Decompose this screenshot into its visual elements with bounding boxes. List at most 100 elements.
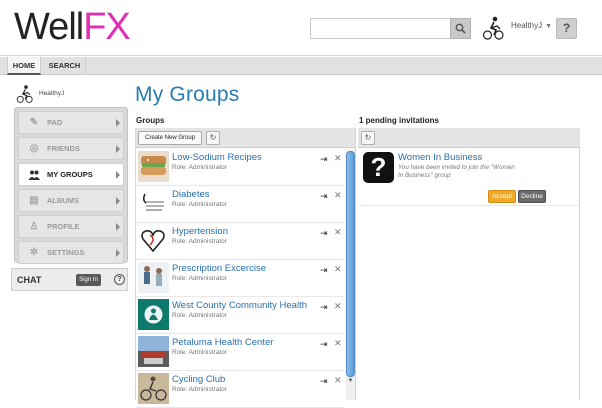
groups-toolbar: Create New Group ↻ [136, 128, 355, 148]
group-thumbnail [138, 299, 169, 330]
create-group-button[interactable]: Create New Group [138, 131, 202, 145]
leave-group-icon[interactable]: ⇥ [320, 229, 329, 238]
groups-icon [28, 169, 40, 181]
group-role: Role: Administrator [172, 349, 227, 356]
group-thumbnail [138, 336, 169, 367]
close-icon[interactable]: ✕ [334, 265, 342, 274]
accept-button[interactable]: Accept [488, 190, 516, 203]
chat-signin-button[interactable]: Sign In [76, 274, 101, 286]
profile-icon: ♙ [29, 221, 39, 232]
group-row[interactable]: Petaluma Health Center Role: Administrat… [136, 334, 344, 371]
sidebar-item-label: FRIENDS [47, 144, 80, 153]
groups-panel: Create New Group ↻ Low-Sodium Recipes Ro… [135, 128, 356, 408]
user-menu[interactable]: HealthyJ ▼ [511, 21, 552, 30]
search-input[interactable] [310, 18, 451, 39]
leave-group-icon[interactable]: ⇥ [320, 377, 329, 386]
chevron-right-icon [116, 171, 120, 179]
group-name[interactable]: Petaluma Health Center [172, 337, 273, 348]
group-role: Role: Administrator [172, 164, 227, 171]
close-icon[interactable]: ✕ [334, 339, 342, 348]
top-bar: WellFX HealthyJ ▼ ? [0, 0, 602, 56]
invitations-heading: 1 pending invitations [359, 116, 440, 125]
group-row[interactable]: Low-Sodium Recipes Role: Administrator ⇥… [136, 149, 344, 186]
logo-text: Well [14, 6, 84, 48]
decline-button[interactable]: Decline [518, 190, 546, 203]
pencil-icon: ✎ [29, 117, 39, 128]
invitations-panel: ↻ ? Women In Business You have been invi… [358, 128, 580, 400]
leave-group-icon[interactable]: ⇥ [320, 340, 329, 349]
group-role: Role: Administrator [172, 386, 227, 393]
invitation-row: ? Women In Business You have been invite… [358, 148, 580, 206]
group-row[interactable]: West County Community Health Role: Admin… [136, 297, 344, 334]
refresh-icon[interactable]: ↻ [361, 131, 375, 145]
close-icon[interactable]: ✕ [334, 154, 342, 163]
cyclist-avatar-icon[interactable] [16, 84, 33, 104]
help-button[interactable]: ? [556, 18, 577, 39]
nav-bar: HOME SEARCH [0, 57, 602, 75]
wellfx-logo[interactable]: WellFX [14, 6, 131, 48]
leave-group-icon[interactable]: ⇥ [320, 192, 329, 201]
group-role: Role: Administrator [172, 238, 227, 245]
question-mark-icon: ? [363, 152, 394, 183]
chevron-right-icon [116, 249, 120, 257]
group-thumbnail [138, 151, 169, 182]
scrollbar-thumb[interactable] [346, 151, 355, 377]
invitation-message: You have been invited to join the "Women… [398, 164, 515, 179]
gear-icon: ✲ [29, 247, 39, 258]
caret-down-icon: ▼ [545, 23, 553, 30]
sidebar-menu: ✎ PAD ◎ FRIENDS MY GROUPS ▤ ALBUMS ♙ PRO… [14, 107, 128, 264]
group-row[interactable]: Prescription Excercise Role: Administrat… [136, 260, 344, 297]
close-icon[interactable]: ✕ [334, 302, 342, 311]
chat-panel: CHAT Sign In ? [11, 268, 128, 291]
sidebar-item-settings[interactable]: ✲ SETTINGS [18, 241, 124, 264]
search-button[interactable] [450, 18, 471, 39]
albums-icon: ▤ [29, 195, 39, 206]
group-thumbnail [138, 188, 169, 219]
tab-search[interactable]: SEARCH [44, 57, 86, 75]
page-title: My Groups [135, 83, 240, 106]
sidebar-item-label: MY GROUPS [47, 170, 93, 179]
close-icon[interactable]: ✕ [334, 376, 342, 385]
group-name[interactable]: Low-Sodium Recipes [172, 152, 262, 163]
friends-icon: ◎ [29, 143, 39, 154]
group-name[interactable]: Cycling Club [172, 374, 225, 385]
group-thumbnail [138, 225, 169, 256]
group-name[interactable]: Diabetes [172, 189, 210, 200]
sidebar-item-friends[interactable]: ◎ FRIENDS [18, 137, 124, 160]
chevron-right-icon [116, 197, 120, 205]
cyclist-avatar-icon[interactable] [482, 15, 504, 41]
sidebar-item-profile[interactable]: ♙ PROFILE [18, 215, 124, 238]
group-name[interactable]: West County Community Health [172, 300, 307, 311]
invitation-group-name[interactable]: Women In Business [398, 152, 482, 163]
sidebar-item-label: PAD [47, 118, 63, 127]
sidebar-item-label: PROFILE [47, 222, 80, 231]
group-row[interactable]: Cycling Club Role: Administrator ⇥ ✕ [136, 371, 344, 408]
group-name[interactable]: Hypertension [172, 226, 228, 237]
chevron-right-icon [116, 119, 120, 127]
sidebar-item-pad[interactable]: ✎ PAD [18, 111, 124, 134]
leave-group-icon[interactable]: ⇥ [320, 266, 329, 275]
group-role: Role: Administrator [172, 312, 227, 319]
tab-home[interactable]: HOME [7, 57, 41, 75]
sidebar-username[interactable]: HealthyJ [39, 90, 64, 97]
leave-group-icon[interactable]: ⇥ [320, 303, 329, 312]
group-name[interactable]: Prescription Excercise [172, 263, 266, 274]
close-icon[interactable]: ✕ [334, 191, 342, 200]
invitations-toolbar: ↻ [358, 128, 580, 148]
group-thumbnail [138, 262, 169, 293]
close-icon[interactable]: ✕ [334, 228, 342, 237]
groups-heading: Groups [136, 116, 165, 125]
chevron-right-icon [116, 223, 120, 231]
leave-group-icon[interactable]: ⇥ [320, 155, 329, 164]
scroll-down-arrow-icon[interactable]: ▼ [346, 378, 355, 387]
group-row[interactable]: Diabetes Role: Administrator ⇥ ✕ [136, 186, 344, 223]
chat-label: CHAT [17, 275, 42, 285]
sidebar-item-albums[interactable]: ▤ ALBUMS [18, 189, 124, 212]
group-row[interactable]: Hypertension Role: Administrator ⇥ ✕ [136, 223, 344, 260]
refresh-icon[interactable]: ↻ [206, 131, 220, 145]
search-icon [455, 23, 466, 34]
sidebar-item-label: SETTINGS [47, 248, 85, 257]
group-thumbnail [138, 373, 169, 404]
chat-help-icon[interactable]: ? [114, 274, 125, 285]
sidebar-item-my-groups[interactable]: MY GROUPS [18, 163, 124, 186]
